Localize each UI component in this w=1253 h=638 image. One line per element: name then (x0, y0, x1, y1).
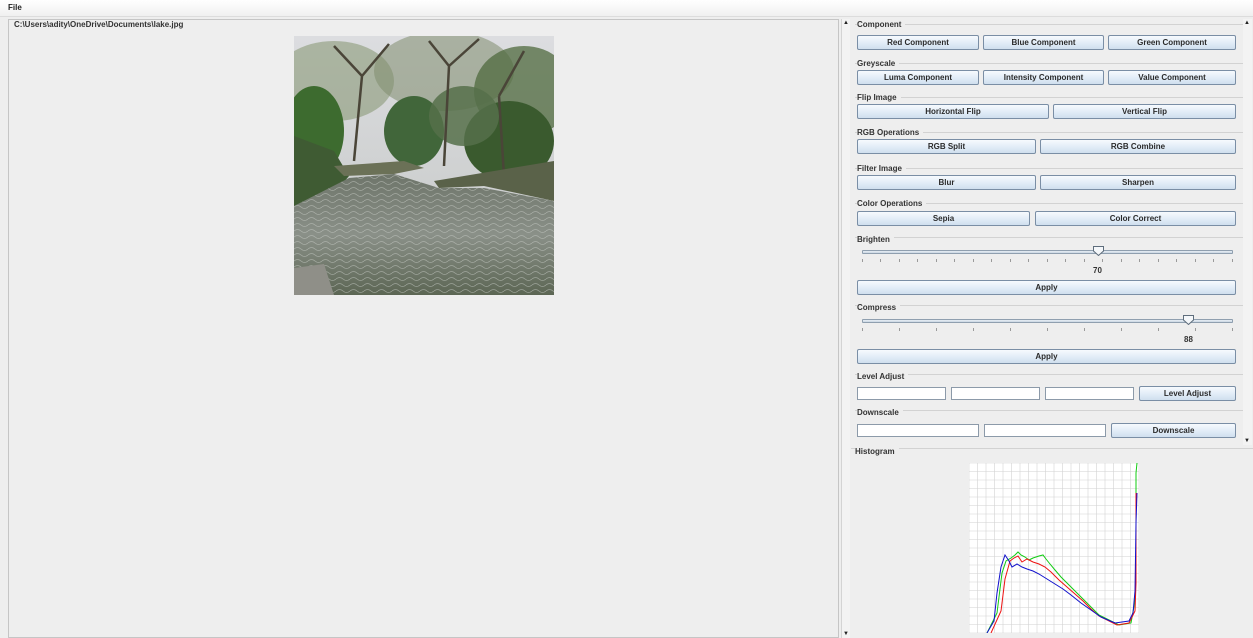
histogram-plot (968, 462, 1140, 634)
downscale-button[interactable]: Downscale (1111, 423, 1236, 438)
red-component-button[interactable]: Red Component (857, 35, 979, 50)
flip-title: Flip Image (857, 93, 901, 102)
level-adjust-button[interactable]: Level Adjust (1139, 386, 1236, 401)
blue-component-button[interactable]: Blue Component (983, 35, 1104, 50)
histogram-chart (968, 462, 1140, 634)
level-adjust-group: Level Adjust Level Adjust (855, 372, 1243, 404)
lake-image (294, 36, 554, 295)
brighten-title: Brighten (857, 235, 894, 244)
brighten-apply-button[interactable]: Apply (857, 280, 1236, 295)
greyscale-group: Greyscale Luma Component Intensity Compo… (855, 59, 1243, 93)
histogram-title: Histogram (855, 447, 899, 456)
flip-group: Flip Image Horizontal Flip Vertical Flip (855, 93, 1243, 127)
component-title: Component (857, 20, 906, 29)
controls-scroll-down-icon[interactable]: ▼ (1243, 437, 1251, 445)
scroll-down-arrow-icon[interactable]: ▼ (842, 630, 850, 638)
compress-slider-track[interactable] (862, 319, 1233, 323)
color-correct-button[interactable]: Color Correct (1035, 211, 1236, 226)
blur-button[interactable]: Blur (857, 175, 1036, 190)
brighten-slider-track[interactable] (862, 250, 1233, 254)
brighten-group: Brighten 70 Apply (855, 235, 1243, 297)
sepia-button[interactable]: Sepia (857, 211, 1030, 226)
menu-bar: File (0, 0, 1253, 17)
level-black-input[interactable] (857, 387, 946, 400)
level-white-input[interactable] (1045, 387, 1134, 400)
horizontal-flip-button[interactable]: Horizontal Flip (857, 104, 1049, 119)
filter-title: Filter Image (857, 164, 906, 173)
vertical-flip-button[interactable]: Vertical Flip (1053, 104, 1236, 119)
brighten-slider-thumb-icon[interactable] (1093, 246, 1104, 256)
compress-slider-thumb-icon[interactable] (1183, 315, 1194, 325)
rgb-combine-button[interactable]: RGB Combine (1040, 139, 1236, 154)
downscale-height-input[interactable] (984, 424, 1106, 437)
brighten-ticks (862, 259, 1233, 263)
component-group: Component Red Component Blue Component G… (855, 20, 1243, 54)
brighten-value: 70 (1093, 266, 1102, 275)
rgb-operations-group: RGB Operations RGB Split RGB Combine (855, 128, 1243, 162)
compress-value: 88 (1184, 335, 1193, 344)
scroll-up-arrow-icon[interactable]: ▲ (842, 19, 850, 27)
sharpen-button[interactable]: Sharpen (1040, 175, 1236, 190)
value-component-button[interactable]: Value Component (1108, 70, 1236, 85)
compress-group: Compress 88 Apply (855, 303, 1243, 365)
controls-scroll-up-icon[interactable]: ▲ (1243, 19, 1251, 27)
compress-title: Compress (857, 303, 901, 312)
compress-ticks (862, 328, 1233, 332)
color-operations-title: Color Operations (857, 199, 927, 208)
downscale-group: Downscale Downscale (855, 408, 1243, 440)
rgb-split-button[interactable]: RGB Split (857, 139, 1036, 154)
level-adjust-title: Level Adjust (857, 372, 909, 381)
controls-scrollbar[interactable]: ▲ ▼ (1243, 19, 1252, 445)
image-scrollbar[interactable]: ▲ ▼ (841, 19, 850, 638)
controls-panel: Component Red Component Blue Component G… (851, 19, 1243, 446)
green-component-button[interactable]: Green Component (1108, 35, 1236, 50)
filter-group: Filter Image Blur Sharpen (855, 164, 1243, 198)
compress-apply-button[interactable]: Apply (857, 349, 1236, 364)
file-menu[interactable]: File (8, 3, 22, 12)
downscale-width-input[interactable] (857, 424, 979, 437)
intensity-component-button[interactable]: Intensity Component (983, 70, 1104, 85)
image-path-title: C:\Users\adity\OneDrive\Documents\lake.j… (12, 20, 186, 29)
luma-component-button[interactable]: Luma Component (857, 70, 979, 85)
color-operations-group: Color Operations Sepia Color Correct (855, 199, 1243, 233)
level-mid-input[interactable] (951, 387, 1040, 400)
greyscale-title: Greyscale (857, 59, 900, 68)
rgb-operations-title: RGB Operations (857, 128, 924, 137)
downscale-title: Downscale (857, 408, 903, 417)
